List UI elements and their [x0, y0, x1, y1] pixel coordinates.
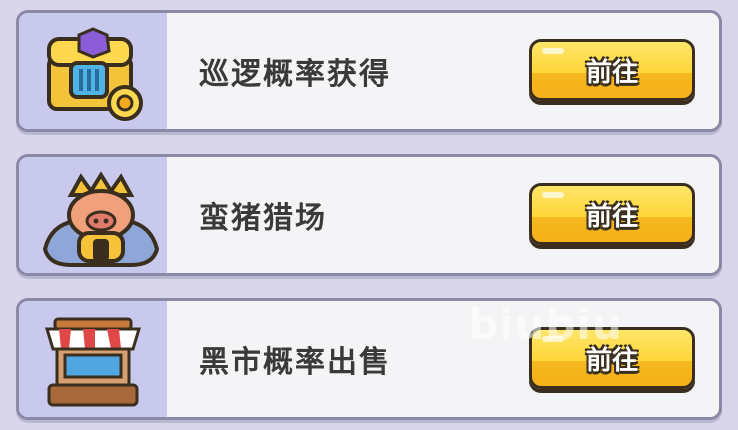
item-thumbnail: [19, 13, 167, 129]
go-button-label: 前往: [585, 201, 638, 232]
item-title: 巡逻概率获得: [199, 57, 391, 92]
list-item: 黑市概率出售 前往: [16, 298, 722, 420]
market-stall-icon: [44, 317, 142, 407]
go-button[interactable]: 前往: [529, 183, 695, 245]
item-title: 黑市概率出售: [199, 345, 391, 380]
source-list: 巡逻概率获得 前往 蛮猪猎场 前往 黑市概率出售 前往: [0, 0, 738, 430]
barbarian-pig-helmet-icon: [42, 171, 160, 267]
go-button[interactable]: 前往: [529, 327, 695, 389]
item-thumbnail: [19, 157, 167, 273]
item-thumbnail: [19, 301, 167, 417]
treasure-chest-icon: [47, 27, 143, 121]
list-item: 蛮猪猎场 前往: [16, 154, 722, 276]
go-button-label: 前往: [585, 57, 638, 88]
list-item: 巡逻概率获得 前往: [16, 10, 722, 132]
go-button-label: 前往: [585, 345, 638, 376]
go-button[interactable]: 前往: [529, 39, 695, 101]
item-title: 蛮猪猎场: [199, 201, 327, 236]
